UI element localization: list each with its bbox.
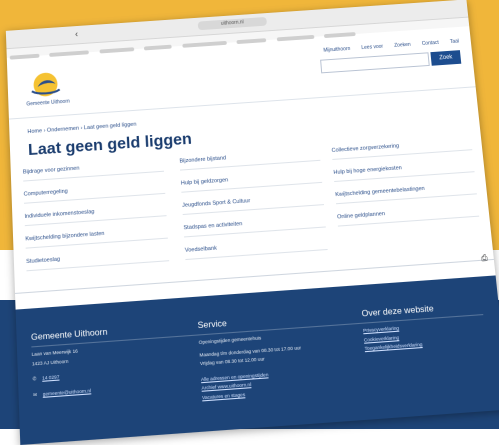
bookmark-item[interactable] [236, 38, 267, 45]
mail-icon: ✉ [33, 391, 38, 397]
logo-text: Gemeente Uithoorn [26, 98, 70, 108]
email-link[interactable]: gemeente@uithoorn.nl [43, 387, 92, 396]
page-title: Laat geen geld liggen [27, 130, 193, 160]
link-item[interactable]: Bijdrage voor gezinnen [22, 155, 165, 182]
link-item[interactable]: Bijzondere bijstand [179, 144, 321, 171]
search-button[interactable]: Zoek [430, 50, 462, 66]
link-item[interactable]: Kwijtschelding gemeentebelastingen [334, 178, 477, 205]
link-item[interactable]: Hulp bij hoge energiekosten [332, 156, 475, 183]
footer-heading: Over deze website [361, 302, 435, 319]
footer-heading: Gemeente Uithoorn [30, 326, 108, 343]
links-column-1: Bijdrage voor gezinnen Computerregeling … [22, 155, 170, 278]
bookmark-item[interactable] [99, 47, 135, 54]
email-row: ✉ gemeente@uithoorn.nl [33, 380, 179, 400]
footer-service: Service Openingstijden gemeentehuis Maan… [197, 309, 358, 403]
bookmark-item[interactable] [49, 50, 90, 57]
top-link[interactable]: Taal [450, 39, 460, 45]
top-link[interactable]: Zoeken [394, 42, 411, 49]
phone-link[interactable]: 14 0297 [42, 374, 59, 381]
link-item[interactable]: Computerregeling [23, 177, 166, 204]
address-bar[interactable]: uithoorn.nl [197, 16, 267, 31]
link-item[interactable]: Kwijtschelding bijzondere lasten [25, 222, 168, 249]
link-item[interactable]: Jeugdfonds Sport & Cultuur [181, 188, 324, 216]
top-link[interactable]: Lees voor [361, 44, 383, 51]
link-item[interactable]: Voedselbank [184, 233, 328, 261]
breadcrumb[interactable]: Home › Ondernemen › Laat geen geld ligge… [27, 122, 136, 136]
link-item[interactable]: Stadspas en activiteiten [183, 211, 326, 238]
link-item[interactable]: Collectieve zorgverzekering [331, 134, 473, 160]
link-item[interactable]: Hulp bij geldzorgen [180, 166, 323, 193]
search-input[interactable] [320, 52, 430, 74]
bookmark-item[interactable] [9, 53, 40, 60]
bookmark-item[interactable] [144, 44, 173, 51]
bookmark-item[interactable] [276, 34, 315, 42]
print-icon[interactable]: ⎙ [481, 253, 489, 264]
link-item[interactable]: Online geldplannen [336, 200, 480, 227]
link-item[interactable]: Individuele inkomenstoeslag [24, 199, 167, 227]
links-column-3: Collectieve zorgverzekering Hulp bij hog… [331, 134, 480, 232]
footer-heading: Service [197, 317, 228, 331]
bookmark-item[interactable] [182, 40, 227, 48]
footer-contact: Gemeente Uithoorn Laan van Meerwijk 16 1… [31, 321, 179, 399]
top-link[interactable]: Mijnuithoorn [323, 46, 350, 54]
footer-about: Over deze website Privacyverklaring Cook… [361, 299, 499, 354]
webpage-screen: ‹ uithoorn.nl Gemeente Uithoorn Mijnuith… [5, 0, 499, 445]
top-link[interactable]: Contact [422, 40, 440, 47]
phone-icon: ✆ [32, 375, 37, 382]
link-item[interactable]: Studietoeslag [25, 244, 170, 272]
links-column-2: Bijzondere bijstand Hulp bij geldzorgen … [179, 144, 328, 266]
logo-mark-icon [31, 73, 61, 97]
municipality-logo[interactable]: Gemeente Uithoorn [25, 68, 86, 111]
bookmark-item[interactable] [324, 32, 356, 39]
back-arrow-icon[interactable]: ‹ [75, 29, 78, 39]
